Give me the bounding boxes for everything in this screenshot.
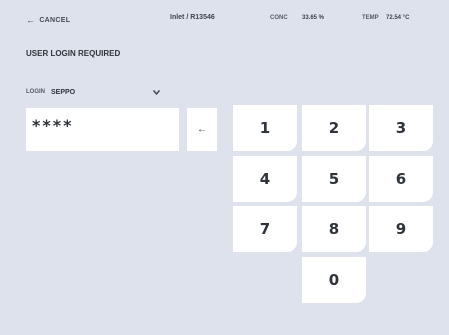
arrow-left-icon: ←: [197, 124, 207, 135]
login-user-select[interactable]: SEPPO: [51, 87, 161, 97]
arrow-left-icon: ←: [26, 14, 36, 25]
keypad-key-9[interactable]: 9: [369, 206, 433, 252]
location-label: Inlet / R13546: [170, 14, 215, 21]
keypad-key-7[interactable]: 7: [233, 206, 297, 252]
temp-value: 72.54 °C: [386, 15, 410, 21]
login-label: LOGIN: [26, 89, 45, 95]
keypad-key-0[interactable]: 0: [302, 257, 366, 303]
login-row: LOGIN SEPPO: [26, 86, 161, 98]
keypad-key-6[interactable]: 6: [369, 156, 433, 202]
keypad-key-1[interactable]: 1: [233, 105, 297, 151]
login-user-value: SEPPO: [51, 88, 76, 96]
backspace-button[interactable]: ←: [187, 108, 217, 151]
keypad-key-8[interactable]: 8: [302, 206, 366, 252]
chevron-down-icon: [151, 87, 161, 97]
conc-label: CONC: [270, 15, 288, 21]
temp-label: TEMP: [362, 15, 379, 21]
keypad-key-3[interactable]: 3: [369, 105, 433, 151]
status-header: ← CANCEL Inlet / R13546 CONC 33.65 % TEM…: [0, 0, 449, 40]
cancel-button[interactable]: ← CANCEL: [26, 14, 70, 26]
keypad-key-4[interactable]: 4: [233, 156, 297, 202]
conc-value: 33.65 %: [302, 15, 325, 21]
keypad-key-2[interactable]: 2: [302, 105, 366, 151]
keypad-key-5[interactable]: 5: [302, 156, 366, 202]
cancel-label: CANCEL: [39, 16, 71, 24]
page-title: USER LOGIN REQUIRED: [26, 49, 121, 58]
pin-input[interactable]: ****: [26, 108, 179, 151]
